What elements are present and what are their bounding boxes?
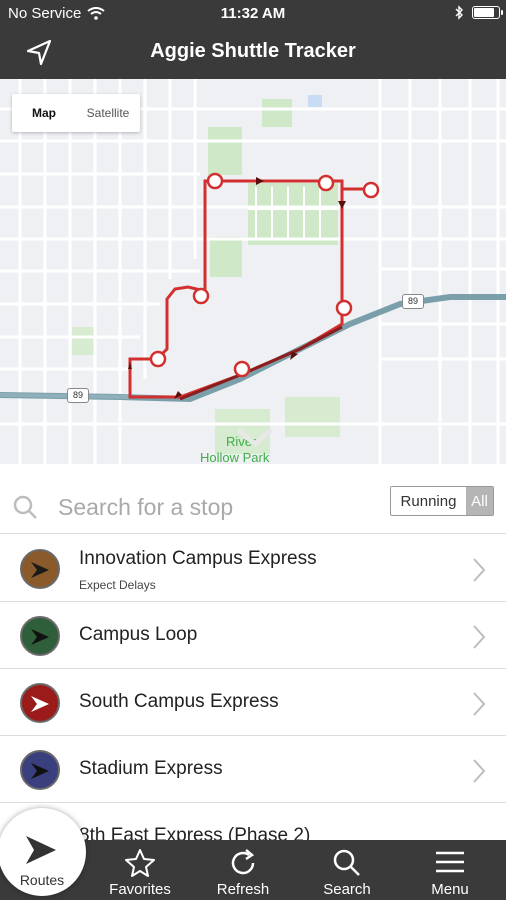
chevron-right-icon <box>473 625 486 649</box>
battery-icon <box>472 6 503 19</box>
map-view[interactable]: Map Satellite 89 89 River Hollow Park <box>0 79 506 464</box>
stop-search-input[interactable] <box>58 488 378 526</box>
route-color-icon <box>20 683 60 723</box>
route-list: Innovation Campus Express Expect Delays … <box>0 535 506 840</box>
route-name: Campus Loop <box>79 624 198 645</box>
route-row-south-campus-express[interactable]: South Campus Express <box>0 669 506 736</box>
collapse-map-chevron-icon[interactable] <box>236 427 274 449</box>
route-row-stadium-express[interactable]: Stadium Express <box>0 736 506 803</box>
route-name: Stadium Express <box>79 758 223 779</box>
chevron-right-icon <box>473 759 486 783</box>
tab-label: Favorites <box>109 881 171 898</box>
tab-label: Routes <box>19 872 65 888</box>
tab-label: Refresh <box>216 881 270 898</box>
route-name: Innovation Campus Express <box>79 548 317 569</box>
route-color-icon <box>20 549 60 589</box>
map-type-toggle: Map Satellite <box>12 94 140 132</box>
map-toggle-option[interactable]: Map <box>12 94 76 132</box>
park-label: Hollow Park <box>200 450 270 464</box>
chevron-right-icon <box>473 692 486 716</box>
highway-shield: 89 <box>402 294 424 309</box>
hamburger-menu-icon <box>436 851 464 873</box>
filter-running-option[interactable]: Running <box>391 487 466 515</box>
refresh-icon <box>231 849 255 875</box>
map-canvas <box>0 79 506 464</box>
route-color-icon <box>20 750 60 790</box>
route-name: South Campus Express <box>79 691 279 712</box>
bluetooth-icon <box>455 5 463 20</box>
clock: 11:32 AM <box>220 5 286 22</box>
search-icon <box>13 495 37 519</box>
route-row-campus-loop[interactable]: Campus Loop <box>0 602 506 669</box>
battery-level <box>474 8 494 17</box>
filter-all-option[interactable]: All <box>466 487 493 515</box>
app-header: Aggie Shuttle Tracker <box>0 26 506 79</box>
tab-label: Menu <box>431 881 469 898</box>
status-bar: No Service 11:32 AM <box>0 0 506 26</box>
route-color-icon <box>20 616 60 656</box>
tab-favorites[interactable]: Favorites <box>95 840 185 900</box>
page-title: Aggie Shuttle Tracker <box>150 40 356 62</box>
tab-refresh[interactable]: Refresh <box>198 840 288 900</box>
route-filter-toggle: Running All <box>390 486 494 516</box>
highway-shield: 89 <box>67 388 89 403</box>
tab-menu[interactable]: Menu <box>405 840 495 900</box>
star-icon <box>125 849 155 877</box>
route-row-innovation-campus-express[interactable]: Innovation Campus Express Expect Delays <box>0 535 506 602</box>
tab-routes[interactable]: Routes <box>0 808 86 896</box>
routes-arrow-icon <box>26 836 56 864</box>
satellite-toggle-option[interactable]: Satellite <box>76 94 140 132</box>
route-status: Expect Delays <box>79 578 156 592</box>
tab-label: Search <box>323 881 371 898</box>
search-icon <box>333 849 360 876</box>
route-name: 8th East Express (Phase 2) <box>79 825 311 840</box>
chevron-right-icon <box>473 558 486 582</box>
tab-search[interactable]: Search <box>302 840 392 900</box>
